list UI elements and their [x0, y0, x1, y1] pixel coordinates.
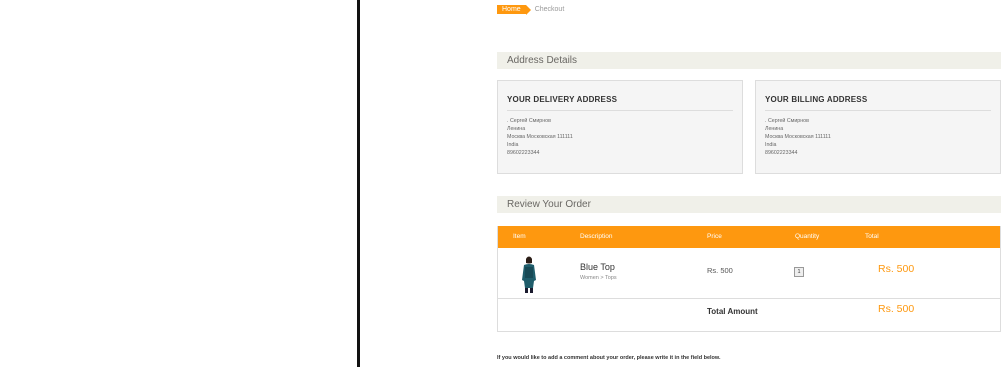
address-details-heading: Address Details [497, 52, 1001, 69]
total-amount-row: Total Amount Rs. 500 [498, 299, 1000, 332]
delivery-address-country: India [507, 142, 519, 148]
billing-address-country: India [765, 142, 777, 148]
billing-address-street: Ленина [765, 126, 784, 132]
billing-address-city: Москва Московская 111111 [765, 134, 831, 140]
breadcrumb-home-link[interactable]: Home [497, 5, 531, 15]
delivery-address-heading: YOUR DELIVERY ADDRESS [507, 95, 733, 111]
product-image[interactable] [509, 254, 549, 294]
column-header-item: Item [513, 233, 526, 240]
product-quantity: 1 [794, 267, 804, 277]
comment-instructions: If you would like to add a comment about… [497, 355, 721, 361]
total-amount-label: Total Amount [707, 307, 758, 316]
billing-address-box: YOUR BILLING ADDRESS . Сергей Смирнов Ле… [755, 80, 1001, 174]
billing-address-name: . Сергей Смирнов [765, 118, 809, 124]
delivery-address-street: Ленина [507, 126, 526, 132]
total-amount-value: Rs. 500 [878, 303, 915, 315]
column-header-total: Total [865, 233, 879, 240]
review-order-heading: Review Your Order [497, 196, 1001, 213]
delivery-address-city: Москва Московская 111111 [507, 134, 573, 140]
billing-address-phone: 89602223344 [765, 150, 798, 156]
product-price: Rs. 500 [707, 266, 733, 275]
table-row: Blue Top Women > Tops Rs. 500 1 Rs. 500 [498, 248, 1000, 299]
column-header-description: Description [580, 233, 613, 240]
column-header-price: Price [707, 233, 722, 240]
product-name[interactable]: Blue Top [580, 262, 615, 272]
delivery-address-box: YOUR DELIVERY ADDRESS . Сергей Смирнов Л… [497, 80, 743, 174]
order-table-header: Item Description Price Quantity Total [498, 226, 1000, 248]
delivery-address-name: . Сергей Смирнов [507, 118, 551, 124]
breadcrumb-current: Checkout [534, 6, 565, 13]
product-total: Rs. 500 [878, 263, 915, 275]
order-table: Item Description Price Quantity Total Bl… [497, 226, 1001, 332]
product-category: Women > Tops [580, 275, 617, 281]
breadcrumb: Home Checkout [497, 5, 565, 15]
column-header-quantity: Quantity [795, 233, 820, 240]
delivery-address-phone: 89602223344 [507, 150, 540, 156]
left-panel [0, 0, 360, 367]
billing-address-heading: YOUR BILLING ADDRESS [765, 95, 991, 111]
